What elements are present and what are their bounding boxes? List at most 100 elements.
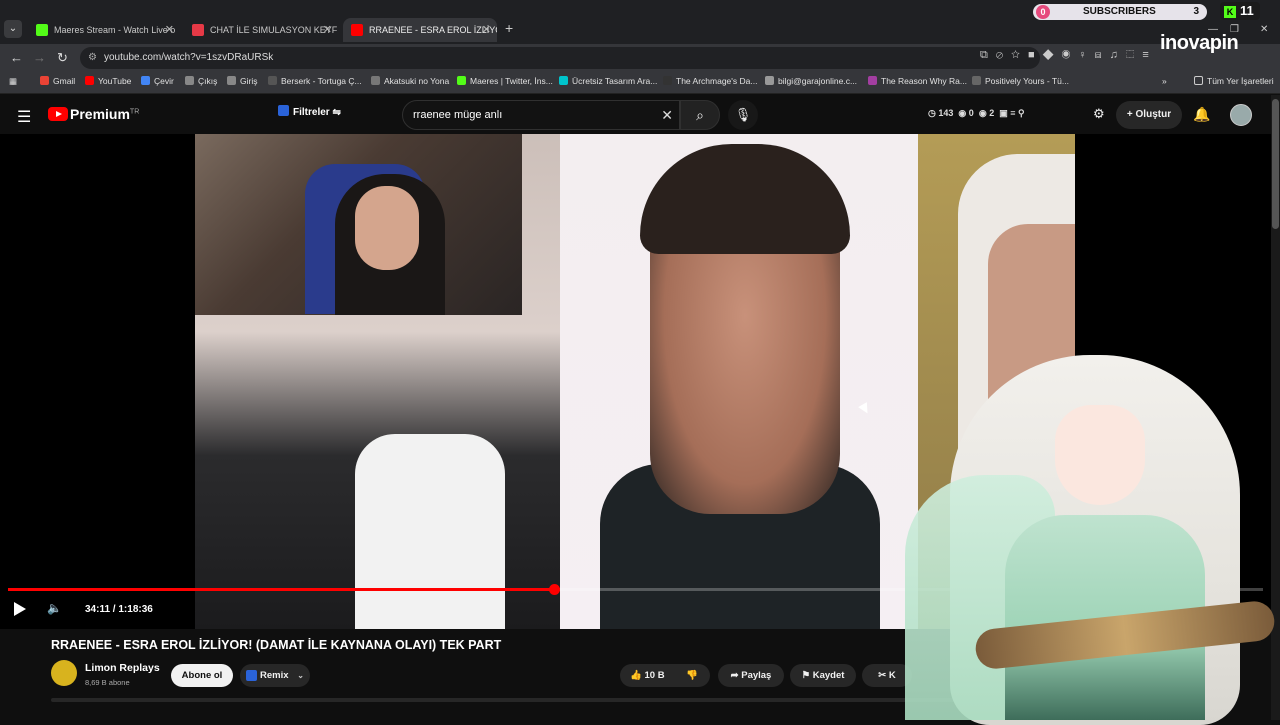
search-button[interactable]: ⌕ — [680, 100, 720, 130]
like-dislike-group[interactable]: 👍 10 B 👎 — [620, 664, 710, 687]
browser-tab-kick[interactable]: Maeres Stream - Watch Live o ✕ — [28, 18, 180, 42]
extension-filter-icon — [278, 105, 289, 116]
youtube-play-logo-icon — [48, 107, 68, 121]
notifications-bell-icon[interactable]: 🔔 — [1193, 106, 1210, 123]
site-icon — [868, 76, 877, 85]
bookmark-cikis[interactable]: Çıkış — [185, 76, 217, 86]
subscribers-overlay: 0 SUBSCRIBERS 3 — [1033, 4, 1207, 20]
voice-search-button[interactable]: 🎙 — [728, 100, 758, 130]
tab-title: Maeres Stream - Watch Live o — [54, 25, 176, 35]
share-button[interactable]: ➦ Paylaş — [718, 664, 784, 687]
bookmark-berserk[interactable]: Berserk - Tortuga Ç... — [268, 76, 362, 86]
bookmark-positively[interactable]: Positively Yours - Tü... — [972, 76, 1069, 86]
save-label: Kaydet — [812, 670, 845, 681]
bookmark-canva[interactable]: Ücretsiz Tasarım Ara... — [559, 76, 657, 86]
kick-icon — [457, 76, 466, 85]
close-tab-icon[interactable]: ✕ — [482, 18, 491, 42]
video-panel-man — [560, 134, 918, 629]
new-tab-button[interactable]: + — [505, 20, 513, 36]
create-button[interactable]: + Oluştur — [1116, 101, 1182, 129]
vtuber-face-shape — [1055, 405, 1145, 505]
site-info-icon[interactable]: ⚙ — [88, 47, 97, 69]
chevron-down-icon[interactable]: ⌄ — [297, 664, 304, 687]
bookmark-label: Akatsuki no Yona — [384, 76, 450, 86]
browser-tab-active[interactable]: RRAENEE - ESRA EROL İZLİYOR ✕ — [343, 18, 497, 42]
gmail-icon — [40, 76, 49, 85]
bookmark-garaj[interactable]: bilgi@garajonline.c... — [765, 76, 857, 86]
bookmark-reason[interactable]: The Reason Why Ra... — [868, 76, 967, 86]
close-tab-icon[interactable]: ✕ — [165, 18, 174, 42]
streamer-face-shape — [355, 186, 419, 270]
time-display: 34:11 / 1:18:36 — [85, 604, 153, 615]
gear-icon[interactable]: ⚙ — [1093, 106, 1105, 122]
bookmark-label: Giriş — [240, 76, 258, 86]
channel-avatar[interactable] — [51, 660, 77, 686]
tab-search-button[interactable]: ⌄ — [4, 20, 22, 38]
reload-icon[interactable]: ↻ — [57, 50, 68, 66]
youtube-premium-logo[interactable]: PremiumTR — [48, 106, 139, 122]
microphone-icon: 🎙 — [734, 107, 752, 122]
clear-search-icon[interactable]: ✕ — [661, 101, 673, 129]
stat-c: 2 — [989, 108, 995, 118]
extension-icon: ▣ ≡ ⚲ — [999, 108, 1025, 118]
logo-text: Premium — [70, 106, 130, 122]
bookmark-archmage[interactable]: The Archmage's Da... — [663, 76, 757, 86]
volume-icon[interactable]: 🔈 — [47, 601, 62, 615]
search-value: rraenee müge anlı — [413, 109, 503, 121]
progress-scrubber[interactable] — [548, 584, 560, 595]
address-bar[interactable]: ⚙ youtube.com/watch?v=1szvDRaURSk — [80, 47, 1040, 69]
subscribe-button[interactable]: Abone ol — [171, 664, 233, 687]
bookmark-cevir[interactable]: Çevir — [141, 76, 174, 86]
forward-arrow-icon[interactable]: → — [33, 50, 46, 65]
bookmark-gmail[interactable]: Gmail — [40, 76, 75, 86]
back-arrow-icon[interactable]: ← — [10, 50, 23, 65]
menu-icon[interactable]: ☰ — [17, 107, 31, 127]
streamer-webcam-overlay — [195, 134, 522, 315]
remix-label: Remix — [260, 670, 289, 681]
thumbs-up-icon[interactable]: 👍 — [630, 670, 642, 681]
channel-name[interactable]: Limon Replays — [85, 662, 160, 674]
thumbs-down-icon[interactable]: 👎 — [686, 664, 698, 687]
youtube-header: ☰ PremiumTR Filtreler ⇋ rraenee müge anl… — [0, 95, 1270, 135]
share-icon: ➦ — [730, 670, 739, 681]
site-icon — [663, 76, 672, 85]
filters-button[interactable]: Filtreler ⇋ — [278, 105, 341, 118]
scissors-icon: ✂ — [878, 670, 887, 681]
bookmark-label: Ücretsiz Tasarım Ara... — [572, 76, 658, 86]
close-tab-icon[interactable]: ✕ — [323, 18, 332, 42]
folder-icon — [1194, 76, 1203, 85]
bookmark-label: Gmail — [53, 76, 76, 86]
avatar[interactable] — [1230, 104, 1252, 126]
bookmark-giris[interactable]: Giriş — [227, 76, 257, 86]
scrollbar-thumb[interactable] — [1272, 99, 1279, 229]
close-window-icon[interactable]: ✕ — [1260, 24, 1268, 35]
inovapin-logo: inovapin — [1160, 32, 1239, 54]
kick-favicon-icon — [36, 24, 48, 36]
kick-viewer-badge: K 11 — [1220, 2, 1260, 20]
browser-tab-simulasyon[interactable]: CHAT İLE SIMULASYON KEYFİ | ✕ — [184, 18, 338, 42]
bookmark-youtube[interactable]: YouTube — [85, 76, 131, 86]
bookmark-label: Positively Yours - Tü... — [985, 76, 1069, 86]
remix-button[interactable]: Remix ⌄ — [240, 664, 310, 687]
all-bookmarks-folder[interactable]: Tüm Yer İşaretleri — [1194, 76, 1274, 86]
subscribers-label: SUBSCRIBERS — [1083, 6, 1156, 17]
bookmark-maeres[interactable]: Maeres | Twitter, İns... — [457, 76, 553, 86]
site-icon — [268, 76, 277, 85]
bookmark-akatsuki[interactable]: Akatsuki no Yona — [371, 76, 449, 86]
search-input[interactable]: rraenee müge anlı ✕ — [402, 100, 680, 130]
hair-shape — [640, 144, 850, 254]
eye-icon: ◉ — [978, 108, 987, 118]
apps-grid-icon[interactable]: ▦ — [9, 76, 17, 87]
translate-icon — [141, 76, 150, 85]
kick-logo-icon: K — [1224, 5, 1236, 18]
save-button[interactable]: ⚑ Kaydet — [790, 664, 856, 687]
more-bookmarks-icon[interactable]: » — [1162, 76, 1167, 86]
bookmark-label: Berserk - Tortuga Ç... — [281, 76, 362, 86]
extension-stats[interactable]: ◷ 143 ◉ 0 ◉ 2 ▣ ≡ ⚲ — [928, 108, 1025, 119]
extension-icons[interactable]: ⧉⊘☆■◆◉♀⧈♫⬚≡ — [980, 49, 1157, 62]
page-icon — [185, 76, 194, 85]
stat-b: 0 — [968, 108, 974, 118]
search-icon: ⌕ — [696, 107, 704, 123]
shirt-shape — [355, 434, 505, 629]
play-icon[interactable] — [14, 602, 26, 616]
